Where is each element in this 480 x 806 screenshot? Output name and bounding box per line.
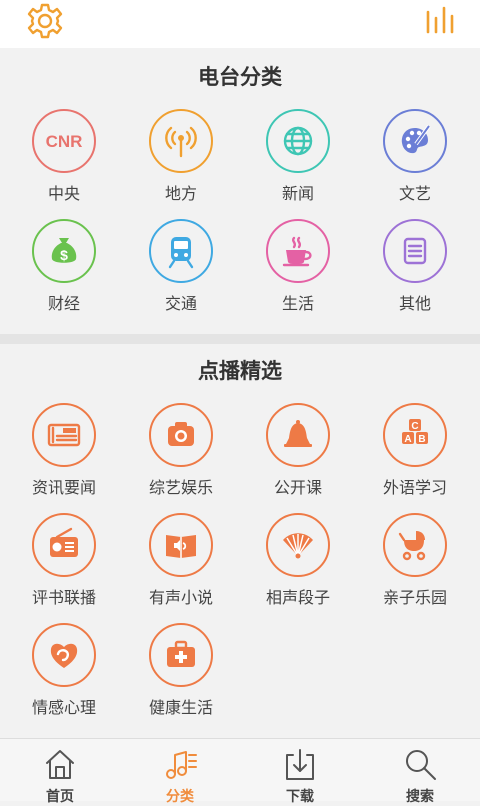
category-label: 资讯要闻 bbox=[31, 478, 96, 497]
category-label: 情感心理 bbox=[31, 698, 96, 717]
svg-text:B: B bbox=[418, 434, 425, 445]
category-icon-circle bbox=[266, 109, 330, 173]
category-globe[interactable]: 新闻 bbox=[241, 109, 359, 213]
category-icon-circle bbox=[383, 513, 447, 577]
nav-home[interactable]: 首页 bbox=[0, 739, 120, 805]
category-label: 中央 bbox=[47, 184, 80, 203]
newspaper-icon bbox=[47, 423, 81, 447]
category-icon-circle bbox=[149, 219, 213, 283]
category-icon-circle: CAB bbox=[383, 403, 447, 467]
category-icon-circle bbox=[266, 403, 330, 467]
category-train[interactable]: 交通 bbox=[124, 219, 242, 323]
category-label: 地方 bbox=[164, 184, 197, 203]
nav-search[interactable]: 搜索 bbox=[360, 739, 480, 805]
stroller-icon bbox=[398, 531, 426, 561]
section-title: 点播精选 bbox=[198, 359, 282, 383]
fan-icon bbox=[283, 533, 313, 559]
nav-music-list[interactable]: 分类 bbox=[120, 739, 240, 805]
nav-label: 搜索 bbox=[406, 789, 434, 805]
medical-kit-icon bbox=[167, 640, 195, 667]
category-camera[interactable]: 综艺娱乐 bbox=[124, 403, 242, 507]
svg-text:$: $ bbox=[60, 247, 68, 263]
palette-icon bbox=[401, 124, 431, 154]
category-icon-circle bbox=[383, 109, 447, 173]
coffee-icon bbox=[282, 236, 312, 267]
category-label: 评书联播 bbox=[31, 588, 96, 607]
money-bag-icon: $ bbox=[51, 238, 77, 263]
home-icon bbox=[46, 750, 74, 779]
category-icon-circle: CNR bbox=[32, 109, 96, 173]
category-heart-swirl[interactable]: 情感心理 bbox=[7, 623, 125, 727]
top-bar bbox=[0, 0, 480, 48]
globe-icon bbox=[283, 126, 313, 156]
radio-icon bbox=[50, 527, 78, 557]
category-fan[interactable]: 相声段子 bbox=[241, 513, 359, 617]
nav-label: 分类 bbox=[166, 789, 194, 805]
category-radio[interactable]: 评书联播 bbox=[7, 513, 125, 617]
heart-swirl-icon bbox=[50, 643, 78, 668]
nav-download[interactable]: 下载 bbox=[240, 739, 360, 805]
category-palette[interactable]: 文艺 bbox=[358, 109, 476, 213]
category-newspaper[interactable]: 资讯要闻 bbox=[7, 403, 125, 507]
broadcast-icon bbox=[165, 126, 197, 158]
svg-text:CNR: CNR bbox=[46, 132, 83, 151]
category-document[interactable]: 其他 bbox=[358, 219, 476, 323]
abc-blocks-icon: CA B bbox=[402, 419, 428, 445]
category-icon-circle: $ bbox=[32, 219, 96, 283]
section-divider bbox=[0, 334, 480, 344]
category-label: 新闻 bbox=[281, 184, 314, 203]
category-label: 公开课 bbox=[273, 478, 322, 497]
document-icon bbox=[403, 237, 427, 265]
section-title: 电台分类 bbox=[198, 65, 282, 89]
category-coffee[interactable]: 生活 bbox=[241, 219, 359, 323]
category-label: 外语学习 bbox=[382, 478, 447, 497]
category-broadcast[interactable]: 地方 bbox=[124, 109, 242, 213]
category-money-bag[interactable]: $ 财经 bbox=[7, 219, 125, 323]
cnr-icon: CNR bbox=[46, 132, 83, 151]
bell-icon bbox=[284, 420, 312, 447]
camera-icon bbox=[168, 422, 194, 446]
category-label: 生活 bbox=[281, 294, 314, 313]
category-label: 其他 bbox=[398, 294, 431, 313]
audio-book-icon bbox=[166, 535, 196, 558]
category-label: 文艺 bbox=[398, 184, 431, 203]
category-icon-circle bbox=[149, 403, 213, 467]
category-label: 财经 bbox=[47, 294, 80, 313]
train-icon bbox=[168, 237, 194, 269]
equalizer-icon[interactable] bbox=[424, 6, 458, 36]
category-icon-circle bbox=[32, 513, 96, 577]
category-cnr[interactable]: CNR 中央 bbox=[7, 109, 125, 213]
category-audio-book[interactable]: 有声小说 bbox=[124, 513, 242, 617]
category-label: 健康生活 bbox=[148, 698, 213, 717]
category-stroller[interactable]: 亲子乐园 bbox=[358, 513, 476, 617]
download-icon bbox=[286, 749, 314, 780]
category-bell[interactable]: 公开课 bbox=[241, 403, 359, 507]
svg-text:A: A bbox=[404, 434, 411, 445]
nav-label: 首页 bbox=[46, 789, 74, 805]
category-icon-circle bbox=[149, 623, 213, 687]
gear-icon[interactable] bbox=[26, 2, 64, 40]
category-icon-circle bbox=[32, 403, 96, 467]
category-icon-circle bbox=[149, 513, 213, 577]
category-label: 亲子乐园 bbox=[382, 588, 447, 607]
category-label: 综艺娱乐 bbox=[148, 478, 213, 497]
category-label: 交通 bbox=[164, 294, 197, 313]
category-icon-circle bbox=[383, 219, 447, 283]
search-icon bbox=[406, 750, 436, 780]
category-label: 相声段子 bbox=[265, 588, 330, 607]
vod-selection-section: 点播精选 资讯要闻 综艺娱乐 公开课 C A B 外语学习评书联播 有声小说 相声段子 亲子乐园情… bbox=[0, 344, 480, 738]
svg-text:C: C bbox=[411, 421, 418, 432]
bottom-nav: 首页 分类 下载 搜索 bbox=[0, 738, 480, 805]
category-medical-kit[interactable]: 健康生活 bbox=[124, 623, 242, 727]
category-icon-circle bbox=[266, 513, 330, 577]
category-abc-blocks[interactable]: C A B 外语学习 bbox=[358, 403, 476, 507]
nav-label: 下载 bbox=[286, 789, 314, 805]
category-icon-circle bbox=[266, 219, 330, 283]
category-label: 有声小说 bbox=[148, 588, 213, 607]
radio-category-section: 电台分类 CNR 中央 地方 新闻 文艺 $ 财经 交通 生活 其他 bbox=[0, 48, 480, 334]
music-list-icon bbox=[166, 751, 197, 779]
category-icon-circle bbox=[32, 623, 96, 687]
category-icon-circle bbox=[149, 109, 213, 173]
